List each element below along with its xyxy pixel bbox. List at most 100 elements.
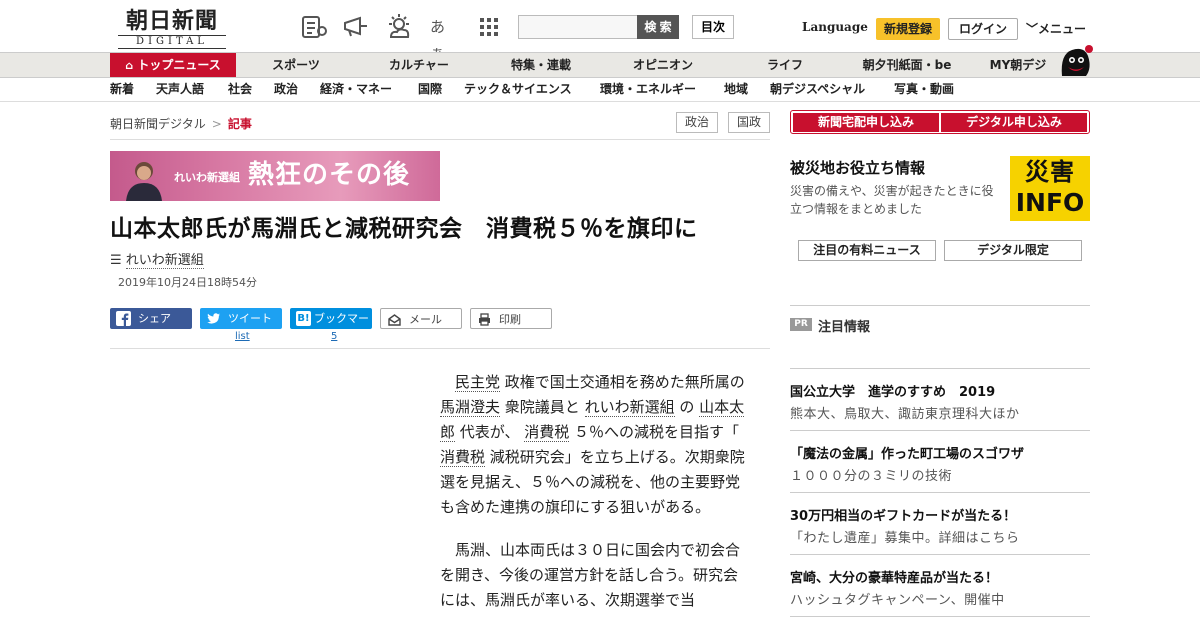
search-button[interactable]: 検 索 xyxy=(637,15,679,39)
newspaper-icon[interactable] xyxy=(300,14,328,40)
divider xyxy=(790,492,1090,493)
disaster-info-logo[interactable]: 災害 INFO xyxy=(1010,156,1090,221)
article-topic[interactable]: ☰ れいわ新選組 xyxy=(110,249,204,269)
login-button[interactable]: ログイン xyxy=(948,18,1018,40)
print-button[interactable]: 印刷 xyxy=(470,308,552,329)
keyword-link[interactable]: れいわ新選組 xyxy=(584,398,675,417)
printer-icon xyxy=(479,313,490,326)
promo-subtitle: １０００分の３ミリの技術 xyxy=(790,469,953,484)
nav-top-news-label: トップニュース xyxy=(137,58,221,72)
digital-only-button[interactable]: デジタル限定 xyxy=(944,240,1082,261)
article-headline: 山本太郎氏が馬淵氏と減税研究会 消費税５％を旗印に xyxy=(110,216,698,242)
promo-title[interactable]: 「魔法の金属」作った町工場のスゴワザ xyxy=(790,443,1024,462)
twitter-count-link[interactable]: list xyxy=(235,331,250,342)
disaster-info-desc: 災害の備えや、災害が起きたときに役立つ情報をまとめました xyxy=(790,184,994,216)
promo-subtitle: ハッシュタグキャンペーン、開催中 xyxy=(790,593,1005,608)
nav-features[interactable]: 特集・連載 xyxy=(500,53,582,77)
chevron-down-icon: ﹀ xyxy=(1026,22,1039,36)
tag-politics[interactable]: 政治 xyxy=(676,112,718,133)
nav-culture[interactable]: カルチャー xyxy=(378,53,460,77)
hatena-icon: B! xyxy=(296,311,311,326)
nav-sports[interactable]: スポーツ xyxy=(256,53,336,77)
grid-menu-icon[interactable] xyxy=(476,14,504,40)
promo-title[interactable]: 宮崎、大分の豪華特産品が当たる！ xyxy=(790,567,998,586)
promo-title[interactable]: 30万円相当のギフトカードが当たる！ xyxy=(790,505,1016,524)
list-icon: ☰ xyxy=(110,253,122,268)
nav-life[interactable]: ライフ xyxy=(744,53,826,77)
newspaper-subscribe-button[interactable]: 新聞宅配申し込み xyxy=(793,113,939,132)
logo-sub-text: DIGITAL xyxy=(118,35,226,49)
facebook-share-button[interactable]: シェア xyxy=(110,308,192,329)
article-paragraph: 民主党 政権で国土交通相を務めた無所属の 馬淵澄夫 衆院議員と れいわ新選組 の… xyxy=(440,370,750,520)
feature-banner[interactable]: れいわ新選組 熱狂のその後 xyxy=(110,151,440,201)
font-size-icon[interactable]: あぁ xyxy=(430,14,458,62)
divider xyxy=(790,554,1090,555)
nav-opinion[interactable]: オピニオン xyxy=(622,53,704,77)
nav2-international[interactable]: 国際 xyxy=(418,78,442,101)
breadcrumb-separator: > xyxy=(211,117,222,131)
nav2-tensei-jingo[interactable]: 天声人語 xyxy=(156,78,204,101)
subscribe-box: 新聞宅配申し込み デジタル申し込み xyxy=(790,110,1090,134)
article-text: の xyxy=(674,398,700,416)
divider xyxy=(790,430,1090,431)
divider xyxy=(790,368,1090,369)
mail-share-button[interactable]: メール xyxy=(380,308,462,329)
disaster-logo-bottom: INFO xyxy=(1015,188,1085,217)
article-text: 政権で国土交通相を務めた無所属の xyxy=(500,373,745,391)
register-button[interactable]: 新規登録 xyxy=(876,18,940,40)
mascot-icon[interactable] xyxy=(1056,42,1094,78)
keyword-link[interactable]: 馬淵澄夫 xyxy=(440,398,501,417)
megaphone-icon[interactable] xyxy=(342,14,370,40)
nav2-economy[interactable]: 経済・マネー xyxy=(320,78,392,101)
nav2-tech-science[interactable]: テック＆サイエンス xyxy=(464,78,572,101)
hatena-bookmark-button[interactable]: B! ブックマーク xyxy=(290,308,372,346)
paid-news-button[interactable]: 注目の有料ニュース xyxy=(798,240,936,261)
nav-top-news[interactable]: ⌂ トップニュース xyxy=(110,53,236,77)
hatena-share-label: ブックマーク xyxy=(314,312,369,346)
primary-nav: ⌂ トップニュース スポーツ カルチャー 特集・連載 オピニオン ライフ 朝夕刊… xyxy=(0,52,1200,78)
keyword-link[interactable]: 消費税 xyxy=(524,423,570,442)
article-text: ５％への減税を目指す「 xyxy=(569,423,740,441)
divider xyxy=(110,139,770,140)
nav2-environment[interactable]: 環境・エネルギー xyxy=(600,78,696,101)
nav-print-edition[interactable]: 朝夕刊紙面・be xyxy=(852,53,962,77)
site-logo[interactable]: 朝日新聞 DIGITAL xyxy=(112,8,232,49)
twitter-icon xyxy=(207,313,220,324)
facebook-share-label: シェア xyxy=(138,312,171,325)
promo-title[interactable]: 国公立大学 進学のすすめ 2019 xyxy=(790,381,995,400)
mail-share-label: メール xyxy=(409,313,442,326)
site-header: 朝日新聞 DIGITAL あぁ 検 索 目次 Language 新規登録 ログイ… xyxy=(0,0,1200,62)
search-input[interactable] xyxy=(518,15,638,39)
toc-button[interactable]: 目次 xyxy=(692,15,734,39)
article-text: 代表が、 xyxy=(455,423,525,441)
mail-icon xyxy=(388,314,401,326)
article-text: 減税研究会」を立ち上げる。次期衆院選を見据え、５％への減税を、他の主要野党も含め… xyxy=(440,448,745,516)
breadcrumb: 朝日新聞デジタル > 記事 xyxy=(110,115,252,132)
keyword-link[interactable]: 民主党 xyxy=(455,373,501,392)
logo-main-text: 朝日新聞 xyxy=(125,8,218,34)
nav2-special[interactable]: 朝デジスペシャル xyxy=(770,78,865,101)
nav-my-asadigi[interactable]: MY朝デジ xyxy=(980,53,1056,77)
weather-icon[interactable] xyxy=(385,14,413,40)
disaster-info-title[interactable]: 被災地お役立ち情報 xyxy=(790,157,925,178)
twitter-share-label: ツイート xyxy=(228,312,272,325)
tag-national[interactable]: 国政 xyxy=(728,112,770,133)
article-paragraph: 馬淵、山本両氏は３０日に国会内で初会合を開き、今後の運営方針を話し合う。研究会に… xyxy=(440,541,741,609)
digital-subscribe-button[interactable]: デジタル申し込み xyxy=(941,113,1087,132)
divider xyxy=(110,348,770,349)
divider xyxy=(790,616,1090,617)
hatena-count-link[interactable]: 5 xyxy=(331,331,337,342)
promo-subtitle: 熊本大、鳥取大、諏訪東京理科大ほか xyxy=(790,407,1020,422)
nav2-society[interactable]: 社会 xyxy=(228,78,252,101)
menu-button[interactable]: ﹀メニュー xyxy=(1026,20,1086,37)
nav2-region[interactable]: 地域 xyxy=(724,78,748,101)
breadcrumb-home[interactable]: 朝日新聞デジタル xyxy=(110,117,206,131)
keyword-link[interactable]: 消費税 xyxy=(440,448,486,467)
nav2-photo-video[interactable]: 写真・動画 xyxy=(894,78,954,101)
nav2-latest[interactable]: 新着 xyxy=(110,78,134,101)
person-photo-icon xyxy=(126,162,162,201)
language-link[interactable]: Language xyxy=(802,20,868,34)
divider xyxy=(790,305,1090,306)
twitter-share-button[interactable]: ツイート xyxy=(200,308,282,329)
nav2-politics[interactable]: 政治 xyxy=(274,78,298,101)
